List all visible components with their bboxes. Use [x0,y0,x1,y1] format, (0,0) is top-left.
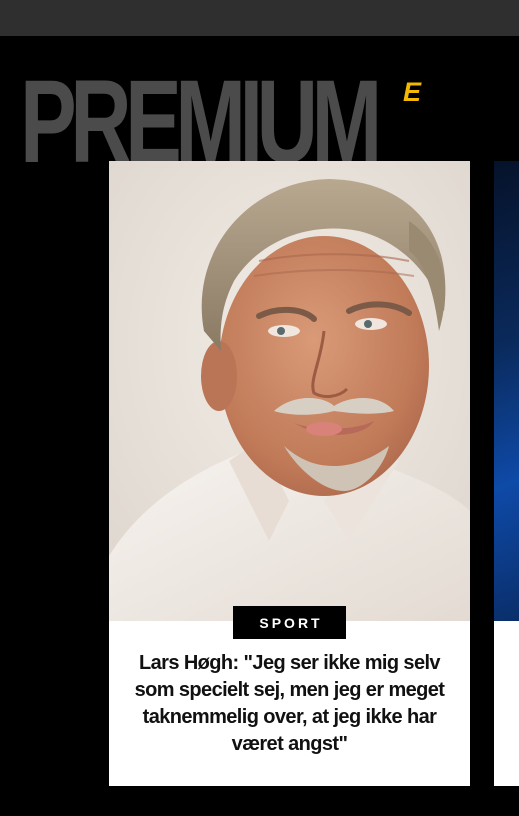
premium-e-badge: E [403,77,422,107]
top-bar [0,0,519,36]
category-badge[interactable]: SPORT [233,606,346,639]
portrait-photo-icon [109,161,470,621]
next-article-card[interactable] [494,161,519,786]
article-photo[interactable] [109,161,470,621]
article-title[interactable]: Lars Høgh: "Jeg ser ikke mig selv som sp… [129,650,450,758]
next-article-photo[interactable] [494,161,519,621]
article-card[interactable]: SPORT Lars Høgh: "Jeg ser ikke mig selv … [109,161,470,786]
